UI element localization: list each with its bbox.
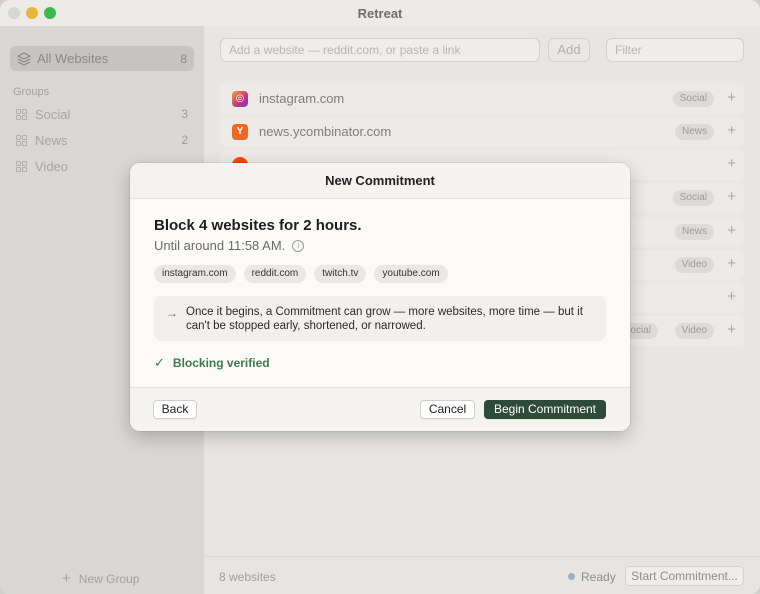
add-to-group-button[interactable]: + — [727, 222, 736, 239]
sidebar-item-label: All Websites — [37, 51, 109, 66]
add-button[interactable]: Add — [548, 38, 590, 62]
add-to-group-button[interactable]: + — [727, 288, 736, 305]
grid-icon — [16, 108, 27, 120]
verified-text: Blocking verified — [172, 356, 270, 370]
back-button[interactable]: Back — [153, 400, 197, 419]
website-chips: instagram.com reddit.com twitch.tv youtu… — [154, 265, 456, 283]
site-name: instagram.com — [259, 91, 345, 106]
maximize-window-button[interactable] — [44, 7, 56, 19]
site-group-tag: Video — [674, 323, 714, 339]
add-to-group-button[interactable]: + — [727, 89, 736, 106]
site-group-tag: Video — [674, 257, 714, 273]
sidebar-item-count: 3 — [181, 107, 188, 121]
blocking-verified-status: ✓ Blocking verified — [154, 355, 270, 371]
add-to-group-button[interactable]: + — [727, 321, 736, 338]
dialog-footer: Back Cancel Begin Commitment — [130, 387, 630, 431]
website-chip: youtube.com — [374, 265, 448, 283]
begin-commitment-button[interactable]: Begin Commitment — [484, 400, 606, 419]
site-row[interactable]: Y news.ycombinator.com News + — [220, 117, 744, 147]
start-commitment-button[interactable]: Start Commitment... — [625, 566, 744, 586]
filter-input[interactable]: Filter — [606, 38, 744, 62]
sidebar-item-social[interactable]: Social 3 — [16, 104, 188, 124]
status-footer: 8 websites Ready Start Commitment... — [204, 556, 760, 594]
website-chip: twitch.tv — [314, 265, 367, 283]
close-window-button[interactable] — [8, 7, 20, 19]
sidebar-item-news[interactable]: News 2 — [16, 130, 188, 150]
add-to-group-button[interactable]: + — [727, 188, 736, 205]
status-text: Ready — [581, 570, 616, 584]
website-count: 8 websites — [219, 570, 276, 584]
info-icon[interactable]: i — [292, 239, 305, 252]
dialog-subtitle: Until around 11:58 AM. i — [154, 238, 305, 253]
website-chip: reddit.com — [243, 265, 307, 283]
site-row[interactable]: ◎ instagram.com Social + — [220, 84, 744, 114]
dialog-title: Block 4 websites for 2 hours. — [154, 217, 362, 234]
sidebar-item-count: 8 — [180, 51, 187, 66]
site-group-tag: Social — [672, 91, 714, 107]
new-group-button[interactable]: + New Group — [62, 570, 139, 587]
window-title: Retreat — [357, 5, 403, 21]
title-bar: Retreat — [0, 0, 760, 26]
until-time-text: Until around 11:58 AM. — [154, 238, 286, 253]
status-dot-icon — [568, 573, 575, 580]
sidebar-item-all-websites[interactable]: All Websites 8 — [10, 46, 194, 71]
ycombinator-icon: Y — [232, 124, 248, 140]
arrow-right-icon: → — [166, 306, 178, 320]
grid-icon — [16, 160, 27, 172]
site-group-tag: News — [674, 224, 714, 240]
site-group-tag: News — [674, 124, 714, 140]
add-website-input[interactable]: Add a website — reddit.com, or paste a l… — [220, 38, 540, 62]
note-text: Once it begins, a Commitment can grow — … — [186, 306, 583, 332]
site-name: news.ycombinator.com — [259, 124, 392, 139]
website-chip: instagram.com — [154, 265, 236, 283]
add-to-group-button[interactable]: + — [727, 122, 736, 139]
site-group-tag: Social — [672, 190, 714, 206]
dialog-header: New Commitment — [130, 163, 630, 199]
sidebar-item-label: Social — [35, 106, 71, 122]
commitment-note: → Once it begins, a Commitment can grow … — [154, 296, 606, 341]
grid-icon — [16, 134, 27, 146]
new-group-label: New Group — [78, 571, 140, 586]
minimize-window-button[interactable] — [26, 7, 38, 19]
plus-icon: + — [62, 570, 71, 587]
sidebar-item-count: 2 — [181, 133, 188, 147]
instagram-icon: ◎ — [232, 91, 248, 107]
new-commitment-dialog: New Commitment Block 4 websites for 2 ho… — [130, 163, 630, 431]
layers-icon — [16, 51, 32, 66]
groups-header: Groups — [13, 86, 50, 98]
add-to-group-button[interactable]: + — [727, 155, 736, 172]
checkmark-icon: ✓ — [154, 355, 165, 370]
cancel-button[interactable]: Cancel — [420, 400, 475, 419]
add-to-group-button[interactable]: + — [727, 255, 736, 272]
sidebar-item-label: News — [35, 132, 68, 148]
